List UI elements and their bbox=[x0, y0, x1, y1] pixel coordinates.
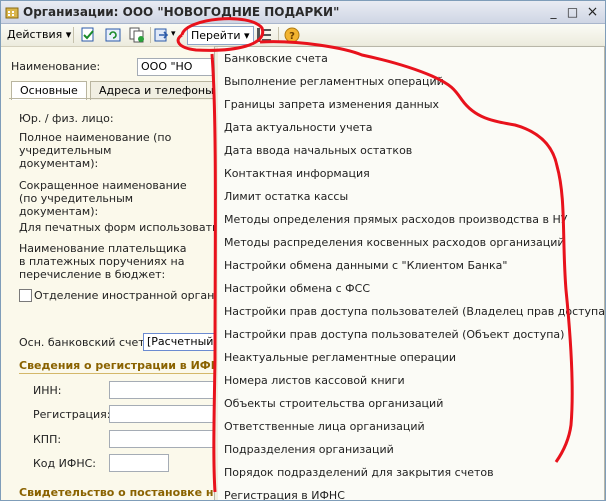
menu-item-construction-objects[interactable]: Объекты строительства организаций bbox=[224, 393, 443, 415]
close-button[interactable]: × bbox=[584, 4, 601, 20]
goto-arrow-icon[interactable] bbox=[153, 26, 171, 44]
help-icon[interactable]: ? bbox=[283, 26, 301, 44]
registration-section-title: Сведения о регистрации в ИФНС bbox=[19, 359, 228, 372]
title-bar: Организации: ООО "НОВОГОДНИЕ ПОДАРКИ" _ … bbox=[1, 1, 605, 24]
menu-item-opening-balances-date[interactable]: Дата ввода начальных остатков bbox=[224, 140, 412, 162]
menu-item-contact-info[interactable]: Контактная информация bbox=[224, 163, 370, 185]
ifns-code-field[interactable] bbox=[109, 454, 169, 472]
menu-item-fss-exchange[interactable]: Настройки обмена с ФСС bbox=[224, 278, 370, 300]
kpp-field[interactable] bbox=[109, 430, 216, 448]
maximize-button[interactable]: □ bbox=[564, 4, 581, 20]
registration-field[interactable] bbox=[109, 405, 216, 423]
refresh-icon[interactable] bbox=[104, 26, 122, 44]
goto-menu-button[interactable]: Перейти ▾ bbox=[187, 26, 254, 45]
short-name-label: Сокращенное наименование (по учредительн… bbox=[19, 179, 187, 218]
bank-account-label: Осн. банковский счет: bbox=[19, 336, 149, 349]
menu-item-departments[interactable]: Подразделения организаций bbox=[224, 439, 394, 461]
toolbar-separator bbox=[150, 27, 151, 43]
menu-item-bank-client-exchange[interactable]: Настройки обмена данными с "Клиентом Бан… bbox=[224, 255, 507, 277]
menu-item-bank-accounts[interactable]: Банковские счета bbox=[224, 48, 328, 70]
menu-item-direct-cost-methods[interactable]: Методы определения прямых расходов произ… bbox=[224, 209, 567, 231]
minimize-button[interactable]: _ bbox=[545, 4, 562, 20]
payer-name-label: Наименование плательщика в платежных пор… bbox=[19, 242, 187, 281]
tab-divider bbox=[9, 98, 219, 99]
section-divider bbox=[19, 373, 214, 374]
goto-dropdown-menu: Банковские счета Выполнение регламентных… bbox=[214, 46, 605, 500]
org-icon bbox=[5, 7, 19, 19]
window-title: Организации: ООО "НОВОГОДНИЕ ПОДАРКИ" bbox=[23, 5, 340, 19]
menu-item-responsible-persons[interactable]: Ответственные лица организаций bbox=[224, 416, 425, 438]
registration-label: Регистрация: bbox=[33, 408, 111, 421]
toolbar-separator bbox=[73, 27, 74, 43]
organization-window: Организации: ООО "НОВОГОДНИЕ ПОДАРКИ" _ … bbox=[0, 0, 606, 501]
menu-item-edit-ban-dates[interactable]: Границы запрета изменения данных bbox=[224, 94, 439, 116]
kpp-label: КПП: bbox=[33, 433, 62, 446]
print-forms-label: Для печатных форм использовать bbox=[19, 221, 219, 234]
post-icon[interactable] bbox=[79, 26, 97, 44]
bank-account-value: [Расчетный bbox=[147, 335, 214, 348]
menu-item-accounting-date[interactable]: Дата актуальности учета bbox=[224, 117, 372, 139]
full-name-label: Полное наименование (по учредительным до… bbox=[19, 131, 172, 170]
menu-item-access-owner[interactable]: Настройки прав доступа пользователей (Вл… bbox=[224, 301, 605, 323]
actions-menu-button[interactable]: Действия ▾ bbox=[7, 26, 71, 43]
copy-icon[interactable] bbox=[128, 26, 146, 44]
ifns-code-label: Код ИФНС: bbox=[33, 457, 96, 470]
name-value: ООО "НО bbox=[141, 60, 193, 73]
menu-item-indirect-cost-methods[interactable]: Методы распределения косвенных расходов … bbox=[224, 232, 565, 254]
foreign-org-checkbox[interactable] bbox=[19, 289, 32, 302]
toolbar: Действия ▾ ▾ Перейти ▾ ? bbox=[1, 24, 605, 47]
menu-item-access-object[interactable]: Настройки прав доступа пользователей (Об… bbox=[224, 324, 564, 346]
menu-gutter bbox=[215, 47, 218, 500]
actions-label: Действия bbox=[7, 28, 63, 41]
name-label: Наименование: bbox=[11, 60, 101, 73]
help-label: ? bbox=[289, 31, 295, 42]
goto-label: Перейти bbox=[191, 29, 241, 42]
menu-item-inactive-operations[interactable]: Неактуальные регламентные операции bbox=[224, 347, 456, 369]
menu-item-cash-book-sheets[interactable]: Номера листов кассовой книги bbox=[224, 370, 405, 392]
goto-dropdown-arrow[interactable]: ▾ bbox=[171, 26, 176, 43]
legal-entity-label: Юр. / физ. лицо: bbox=[19, 112, 114, 125]
toolbar-separator bbox=[278, 27, 279, 43]
inn-field[interactable] bbox=[109, 381, 216, 399]
menu-item-cash-limit[interactable]: Лимит остатка кассы bbox=[224, 186, 348, 208]
inn-label: ИНН: bbox=[33, 384, 62, 397]
menu-item-regulatory-operations[interactable]: Выполнение регламентных операций bbox=[224, 71, 444, 93]
bank-account-field[interactable]: [Расчетный bbox=[143, 333, 215, 351]
menu-item-ifns-registration[interactable]: Регистрация в ИФНС bbox=[224, 485, 345, 500]
structure-icon[interactable] bbox=[255, 26, 273, 44]
menu-item-department-order[interactable]: Порядок подразделений для закрытия счето… bbox=[224, 462, 494, 484]
